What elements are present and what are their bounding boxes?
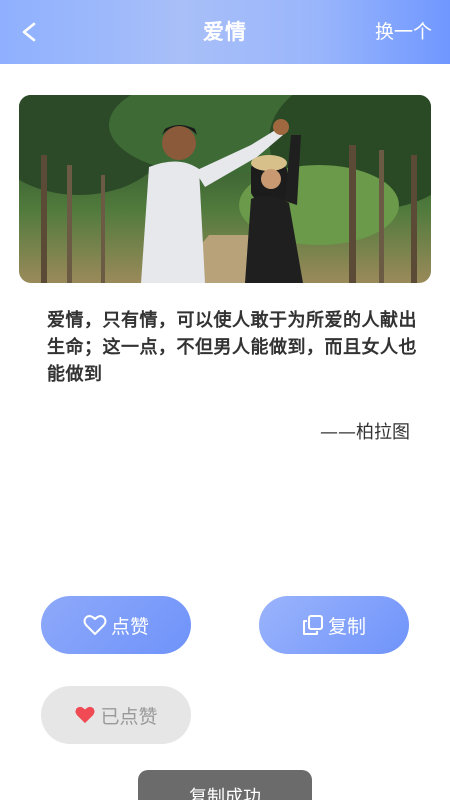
cover-photo: [19, 95, 431, 283]
toast-message: 复制成功: [138, 770, 312, 800]
like-button[interactable]: 点赞: [41, 596, 191, 654]
liked-button-label: 已点赞: [100, 705, 158, 728]
copy-button-label: 复制: [327, 615, 366, 638]
heart-filled-icon: [74, 705, 96, 725]
copy-button[interactable]: 复制: [259, 596, 409, 654]
screen: 爱情 换一个 爱情，只有情，可以使人敢于为所爱的人献出生命；这一点，不但男人能做…: [0, 0, 450, 800]
heart-outline-icon: [83, 614, 107, 636]
copy-icon: [302, 614, 324, 636]
quote-author: ——柏拉图: [320, 422, 410, 443]
quote-text: 爱情，只有情，可以使人敢于为所爱的人献出生命；这一点，不但男人能做到，而且女人也…: [47, 310, 417, 385]
liked-button[interactable]: 已点赞: [41, 686, 191, 744]
like-button-label: 点赞: [110, 615, 149, 638]
couple-photo-illustration: [19, 95, 431, 283]
change-button[interactable]: 换一个: [375, 0, 432, 64]
header-bar: 爱情 换一个: [0, 0, 450, 64]
